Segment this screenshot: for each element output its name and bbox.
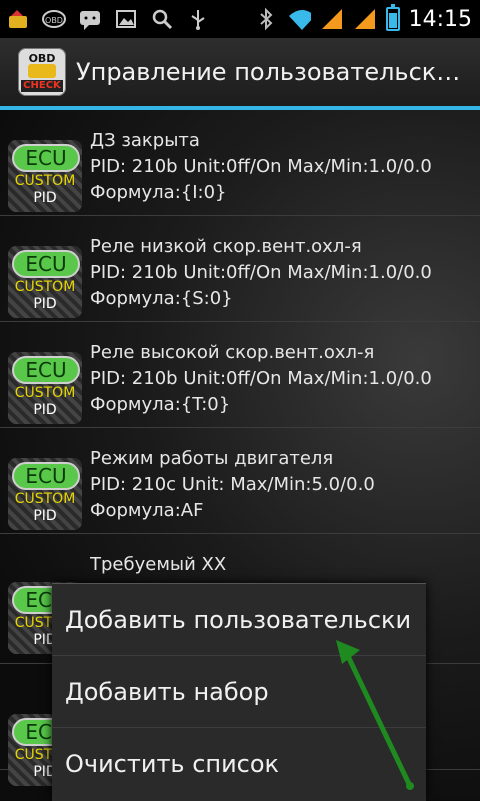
custom-pid-icon: ECU CUSTOM PID — [8, 352, 82, 424]
context-menu: Добавить пользовательски Добавить набор … — [52, 583, 426, 801]
bluetooth-icon — [254, 7, 278, 31]
app-logo-icon[interactable]: OBD CHECK — [18, 48, 66, 96]
pid-name: Режим работы двигателя — [90, 448, 334, 469]
list-item[interactable]: ECU CUSTOM PID Режим работы двигателя PI… — [0, 428, 480, 534]
pid-formula: Формула:{S:0} — [90, 288, 233, 309]
menu-add-custom-pid[interactable]: Добавить пользовательски — [52, 584, 426, 656]
status-clock: 14:15 — [408, 6, 472, 32]
pid-name: Реле высокой скор.вент.охл-я — [90, 342, 375, 363]
pid-details: PID: 210b Unit:0ff/On Max/Min:1.0/0.0 — [90, 262, 432, 283]
pid-name: ДЗ закрыта — [90, 130, 200, 151]
signal-icon-2 — [353, 7, 377, 31]
obd-icon: OBD — [42, 7, 66, 31]
pid-name: Реле низкой скор.вент.охл-я — [90, 236, 362, 257]
app-warning-icon — [6, 7, 30, 31]
pid-details: PID: 210c Unit: Max/Min:5.0/0.0 — [90, 474, 375, 495]
status-bar: OBD 14:15 — [0, 0, 480, 38]
usb-icon — [186, 7, 210, 31]
pid-formula: Формула:AF — [90, 500, 204, 521]
custom-pid-icon: ECU CUSTOM PID — [8, 458, 82, 530]
list-item[interactable]: ECU CUSTOM PID Реле низкой скор.вент.охл… — [0, 216, 480, 322]
custom-pid-icon: ECU CUSTOM PID — [8, 140, 82, 212]
battery-icon — [385, 4, 400, 31]
engine-icon — [28, 64, 56, 78]
list-item[interactable]: ECU CUSTOM PID ДЗ закрыта PID: 210b Unit… — [0, 110, 480, 216]
menu-add-set[interactable]: Добавить набор — [52, 656, 426, 728]
pid-details: PID: 210b Unit:0ff/On Max/Min:1.0/0.0 — [90, 156, 432, 177]
custom-pid-icon: ECU CUSTOM PID — [8, 246, 82, 318]
pid-details: PID: 210b Unit:0ff/On Max/Min:1.0/0.0 — [90, 368, 432, 389]
menu-clear-list[interactable]: Очистить список — [52, 728, 426, 800]
signal-icon — [320, 7, 344, 31]
pid-name: Требуемый XX — [90, 554, 227, 575]
search-icon — [150, 7, 174, 31]
chat-icon — [78, 7, 102, 31]
list-item[interactable]: ECU CUSTOM PID Реле высокой скор.вент.ох… — [0, 322, 480, 428]
wifi-icon — [287, 7, 311, 31]
pid-formula: Формула:{I:0} — [90, 182, 227, 203]
action-bar: OBD CHECK Управление пользовательск… — [0, 38, 480, 106]
svg-text:OBD: OBD — [45, 16, 63, 25]
image-icon — [114, 7, 138, 31]
pid-formula: Формула:{T:0} — [90, 394, 231, 415]
page-title: Управление пользовательск… — [76, 58, 461, 86]
